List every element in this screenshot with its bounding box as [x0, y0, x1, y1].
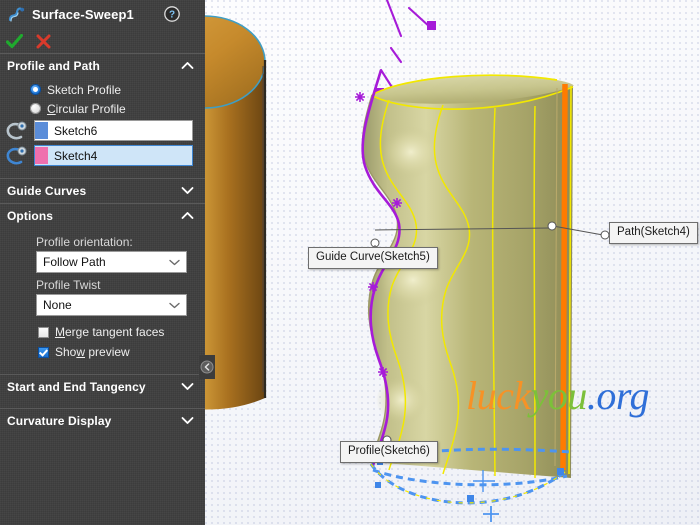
chevron-up-icon	[181, 59, 194, 73]
profile-twist-value: None	[43, 298, 72, 312]
profile-twist-label: Profile Twist	[36, 278, 101, 292]
property-manager-panel: Surface-Sweep1 ? Profile and Path Sketch…	[0, 0, 205, 525]
show-preview-label: Show preview	[55, 345, 130, 359]
callout-guide-curve-text: Guide Curve(Sketch5)	[316, 251, 430, 263]
callout-profile[interactable]: Profile(Sketch6)	[340, 441, 438, 464]
solidworks-sweep-window: luckyou.org Guide Curve(Sketch5) Path(Sk…	[0, 0, 700, 525]
chevron-down-icon	[169, 298, 180, 312]
chevron-down-icon	[181, 414, 194, 428]
panel-title-bar: Surface-Sweep1 ?	[0, 0, 205, 29]
section-title-profile-and-path: Profile and Path	[7, 59, 100, 73]
checkbox-merge-tangent-faces[interactable]: Merge tangent faces	[0, 322, 205, 342]
path-selection-icon	[4, 145, 30, 167]
path-selection-row[interactable]: Sketch4	[0, 143, 205, 168]
callout-path[interactable]: Path(Sketch4)	[609, 222, 698, 245]
profile-selection-icon	[4, 120, 30, 142]
profile-selection-row[interactable]: Sketch6	[0, 118, 205, 143]
svg-text:?: ?	[169, 10, 175, 21]
radio-sketch-profile-label: Sketch Profile	[47, 82, 122, 97]
path-color-swatch	[35, 147, 48, 164]
profile-orientation-label: Profile orientation:	[36, 235, 133, 249]
section-header-options[interactable]: Options	[0, 203, 205, 228]
checkbox-show-preview[interactable]: Show preview	[0, 342, 205, 362]
section-title-options: Options	[7, 209, 54, 223]
3d-model-graphics	[205, 0, 610, 522]
section-header-profile-and-path[interactable]: Profile and Path	[0, 53, 205, 78]
profile-orientation-value: Follow Path	[43, 255, 106, 269]
checkmark-icon	[5, 33, 23, 48]
path-selection-value: Sketch4	[54, 148, 98, 163]
profile-twist-dropdown[interactable]: None	[36, 294, 187, 316]
merge-tangent-faces-label: Merge tangent faces	[55, 325, 165, 339]
callout-path-text: Path(Sketch4)	[617, 226, 690, 238]
section-body-options: Profile orientation: Follow Path Profile…	[0, 228, 205, 368]
chevron-down-icon	[181, 184, 194, 198]
section-header-start-and-end-tangency[interactable]: Start and End Tangency	[0, 374, 205, 399]
section-title-start-and-end-tangency: Start and End Tangency	[7, 380, 146, 394]
chevron-down-icon	[169, 255, 180, 269]
profile-selection-value: Sketch6	[54, 123, 98, 138]
chevron-up-icon	[181, 209, 194, 223]
profile-orientation-dropdown[interactable]: Follow Path	[36, 251, 187, 273]
section-header-curvature-display[interactable]: Curvature Display	[0, 408, 205, 433]
radio-circular-profile[interactable]: Circular Profile	[0, 99, 205, 118]
section-header-guide-curves[interactable]: Guide Curves	[0, 178, 205, 203]
radio-sketch-profile-indicator	[30, 84, 41, 95]
callout-profile-text: Profile(Sketch6)	[348, 445, 430, 457]
section-title-guide-curves: Guide Curves	[7, 184, 87, 198]
radio-sketch-profile[interactable]: Sketch Profile	[0, 80, 205, 99]
radio-circular-profile-indicator	[30, 103, 41, 114]
merge-tangent-faces-box	[38, 326, 49, 338]
cross-icon	[36, 34, 50, 48]
chevron-down-icon	[181, 380, 194, 394]
callout-guide-curve[interactable]: Guide Curve(Sketch5)	[308, 247, 438, 270]
sweep-icon	[8, 7, 25, 22]
panel-title-text: Surface-Sweep1	[32, 7, 134, 22]
radio-circular-profile-label: Circular Profile	[47, 101, 126, 116]
section-title-curvature-display: Curvature Display	[7, 414, 112, 428]
help-icon[interactable]: ?	[164, 6, 180, 22]
show-preview-box	[38, 346, 49, 358]
profile-selection-field[interactable]: Sketch6	[34, 120, 193, 141]
section-body-profile-and-path: Sketch Profile Circular Profile Sketch6	[0, 78, 205, 174]
graphics-viewport[interactable]: luckyou.org Guide Curve(Sketch5) Path(Sk…	[205, 0, 700, 525]
path-selection-field[interactable]: Sketch4	[34, 145, 193, 166]
cancel-button[interactable]	[33, 32, 53, 50]
splitter-grip-icon	[199, 355, 215, 379]
profile-color-swatch	[35, 122, 48, 139]
confirm-buttons-row	[0, 29, 205, 53]
panel-splitter-handle[interactable]	[199, 355, 215, 379]
accept-button[interactable]	[4, 32, 24, 50]
